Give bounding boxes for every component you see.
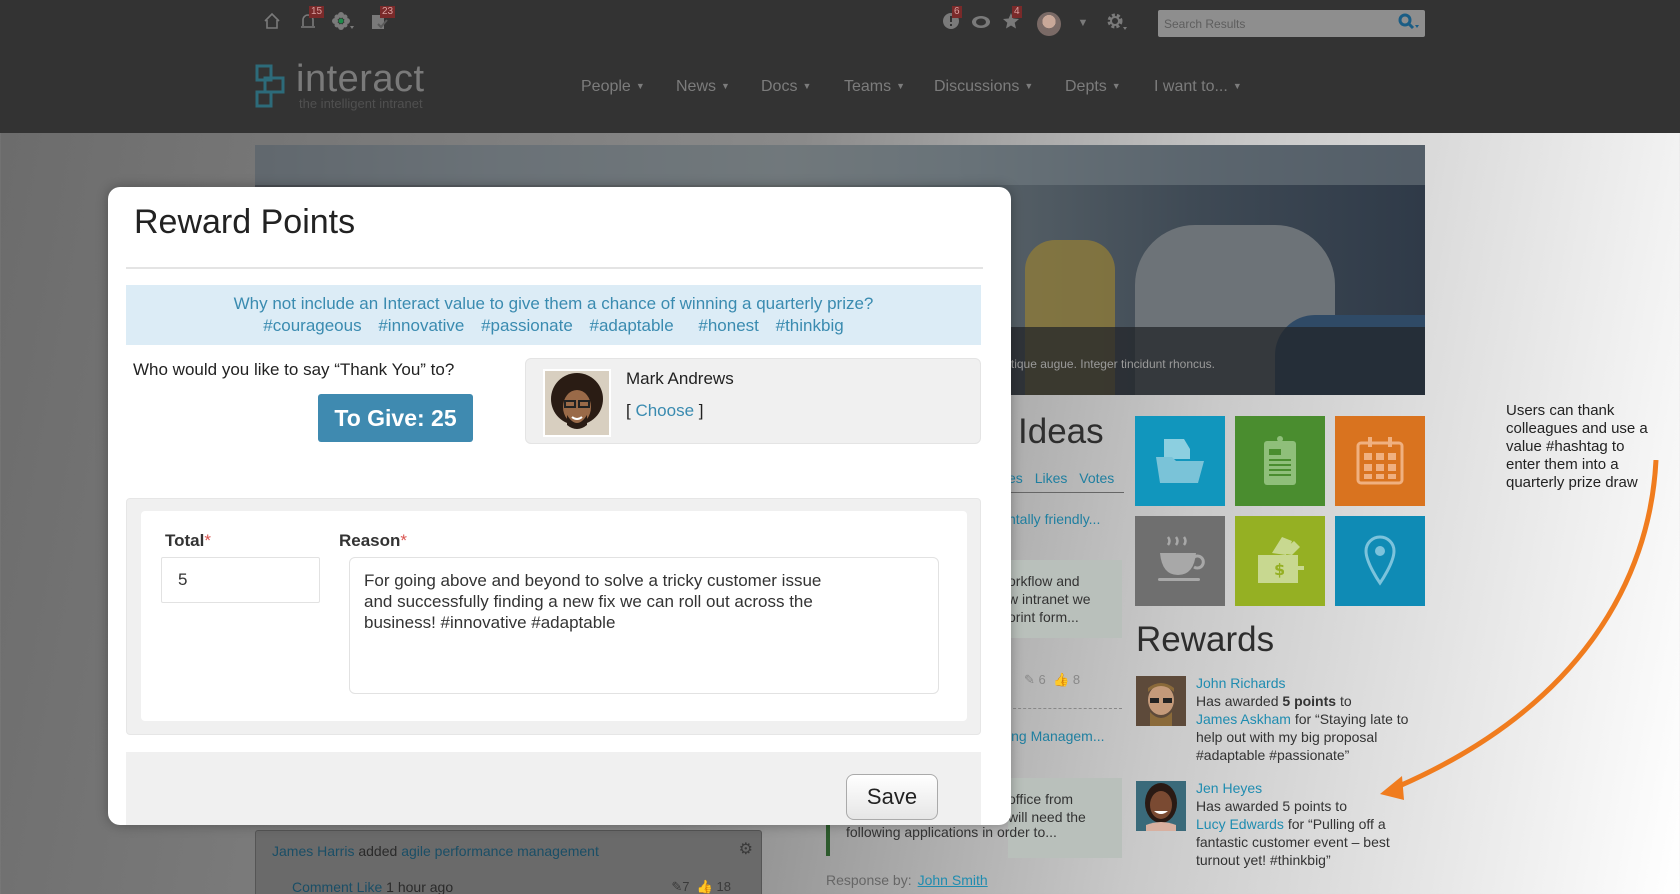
star-icon[interactable]: 4 [1000,6,1022,34]
nav-news[interactable]: News ▼ [676,78,730,96]
chevron-down-icon[interactable]: ▼ [1072,12,1094,34]
recipient-name: Mark Andrews [626,369,734,388]
gear-icon[interactable]: ⚙ [739,839,753,859]
reward-points-modal: Reward Points Why not include an Interac… [108,187,1011,825]
logo-text[interactable]: interact [296,58,425,101]
tile-expenses[interactable]: $ [1235,516,1325,606]
hashtag-list: #courageous #innovative #passionate #ada… [126,315,981,337]
edit-icon: ✎ [671,879,683,894]
recipient-card: Mark Andrews [ Choose ] [525,358,981,444]
idea-card: orkflow and w intranet we orint form... [1008,560,1122,638]
alert-badge: 6 [952,6,962,18]
hashtag: #thinkbig [775,316,844,335]
top-utility-bar: 15 23 6 4 ▼ [0,0,1680,46]
tile-news[interactable] [1235,416,1325,506]
comment-like-links[interactable]: Comment Like [292,879,382,894]
caret-down-icon: ▼ [721,81,730,91]
ideas-tabs: es Likes Votes [1008,470,1124,493]
response-author-link[interactable]: John Smith [918,872,988,888]
edit-icon: ✎ [1024,672,1035,687]
reward-giver-link[interactable]: Jen Heyes [1196,780,1262,796]
activity-feed-item: James Harris added agile performance man… [255,830,762,894]
caret-down-icon: ▼ [802,81,812,91]
eye-icon[interactable] [970,12,992,34]
caret-down-icon: ▼ [896,81,906,91]
wallet-money-icon: $ [1258,537,1304,583]
idea-card: office from will need the [1008,778,1122,858]
modal-footer: Save [126,752,981,825]
tile-coffee[interactable] [1135,516,1225,606]
reason-label: Reason* [339,531,408,550]
clipboard-news-icon [1264,436,1296,485]
idea-link[interactable]: ing Managem... [1008,728,1105,744]
logo-tagline: the intelligent intranet [299,96,423,111]
reason-textarea[interactable]: For going above and beyond to solve a tr… [349,557,939,694]
clipboard-check-icon[interactable]: 23 [368,6,396,34]
caret-down-icon: ▼ [635,81,645,91]
reward-giver-link[interactable]: John Richards [1196,675,1286,691]
total-points-input[interactable] [161,557,320,603]
rewards-heading: Rewards [1136,620,1275,659]
thumbs-up-icon: 👍 [1053,672,1070,687]
response-by: Response by: John Smith [826,872,988,888]
nav-depts[interactable]: Depts ▼ [1065,78,1121,96]
nav-i-want-to[interactable]: I want to... ▼ [1154,78,1242,96]
idea-excerpt: following applications in order to... [846,824,1057,840]
user-avatar[interactable] [1037,12,1061,36]
activity-actor-link[interactable]: James Harris [272,843,354,859]
total-label: Total* [165,531,211,550]
hashtag: #innovative [378,316,465,335]
save-button[interactable]: Save [846,774,938,820]
idea-link[interactable]: ntally friendly... [1008,511,1100,527]
svg-text:$: $ [1274,560,1285,579]
bell-icon[interactable]: 15 [297,6,325,34]
main-header: interact the intelligent intranet People… [0,46,1680,133]
nav-people[interactable]: People ▼ [581,78,645,96]
nav-teams[interactable]: Teams ▼ [844,78,905,96]
nav-discussions[interactable]: Discussions ▼ [934,78,1033,96]
thank-you-prompt: Who would you like to say “Thank You” to… [133,360,455,379]
idea-stats: ✎ 6 👍 8 [1024,672,1081,687]
nav-docs[interactable]: Docs ▼ [761,78,811,96]
home-icon[interactable] [261,12,283,34]
caret-down-icon: ▼ [1232,81,1242,91]
modal-title: Reward Points [134,203,356,241]
activity-object-link[interactable]: agile performance management [401,843,599,859]
hashtag: #courageous [263,316,362,335]
hashtag: #passionate [481,316,573,335]
divider [126,267,983,269]
choose-recipient-link[interactable]: Choose [635,401,694,420]
caret-down-icon: ▼ [1024,81,1034,91]
folder-documents-icon [1156,439,1204,483]
alert-icon[interactable]: 6 [940,6,962,34]
ideas-heading: Ideas [1018,412,1104,451]
favorites-badge: 4 [1012,6,1022,18]
search-input[interactable] [1158,10,1388,37]
avatar[interactable] [1136,781,1186,831]
reward-receiver-link[interactable]: James Askham [1196,711,1291,727]
reward-form-panel: Total* Reason* For going above and beyon… [126,498,981,735]
ideas-tab-likes[interactable]: Likes [1035,470,1068,486]
avatar[interactable] [1136,676,1186,726]
notification-badge: 15 [309,6,325,18]
hashtag: #adaptable [589,316,674,335]
thumbs-up-icon: 👍 [696,879,713,894]
coffee-cup-icon [1158,536,1205,581]
recipient-avatar [543,369,611,437]
points-to-give-badge: To Give: 25 [318,394,473,442]
search-box [1158,10,1425,37]
caret-down-icon: ▼ [1111,81,1121,91]
annotation-arrow-icon [1380,460,1659,800]
hashtag: #honest [698,316,759,335]
tile-documents[interactable] [1135,416,1225,506]
search-icon[interactable] [1397,13,1421,34]
tasks-badge: 23 [380,6,396,18]
reward-receiver-link[interactable]: Lucy Edwards [1196,816,1284,832]
gear-icon[interactable] [1106,12,1128,34]
hashtag-hint-banner: Why not include an Interact value to giv… [126,285,981,345]
ideas-tab-votes[interactable]: Votes [1079,470,1114,486]
flower-icon[interactable] [332,12,354,34]
interact-logo-icon[interactable] [255,64,289,110]
